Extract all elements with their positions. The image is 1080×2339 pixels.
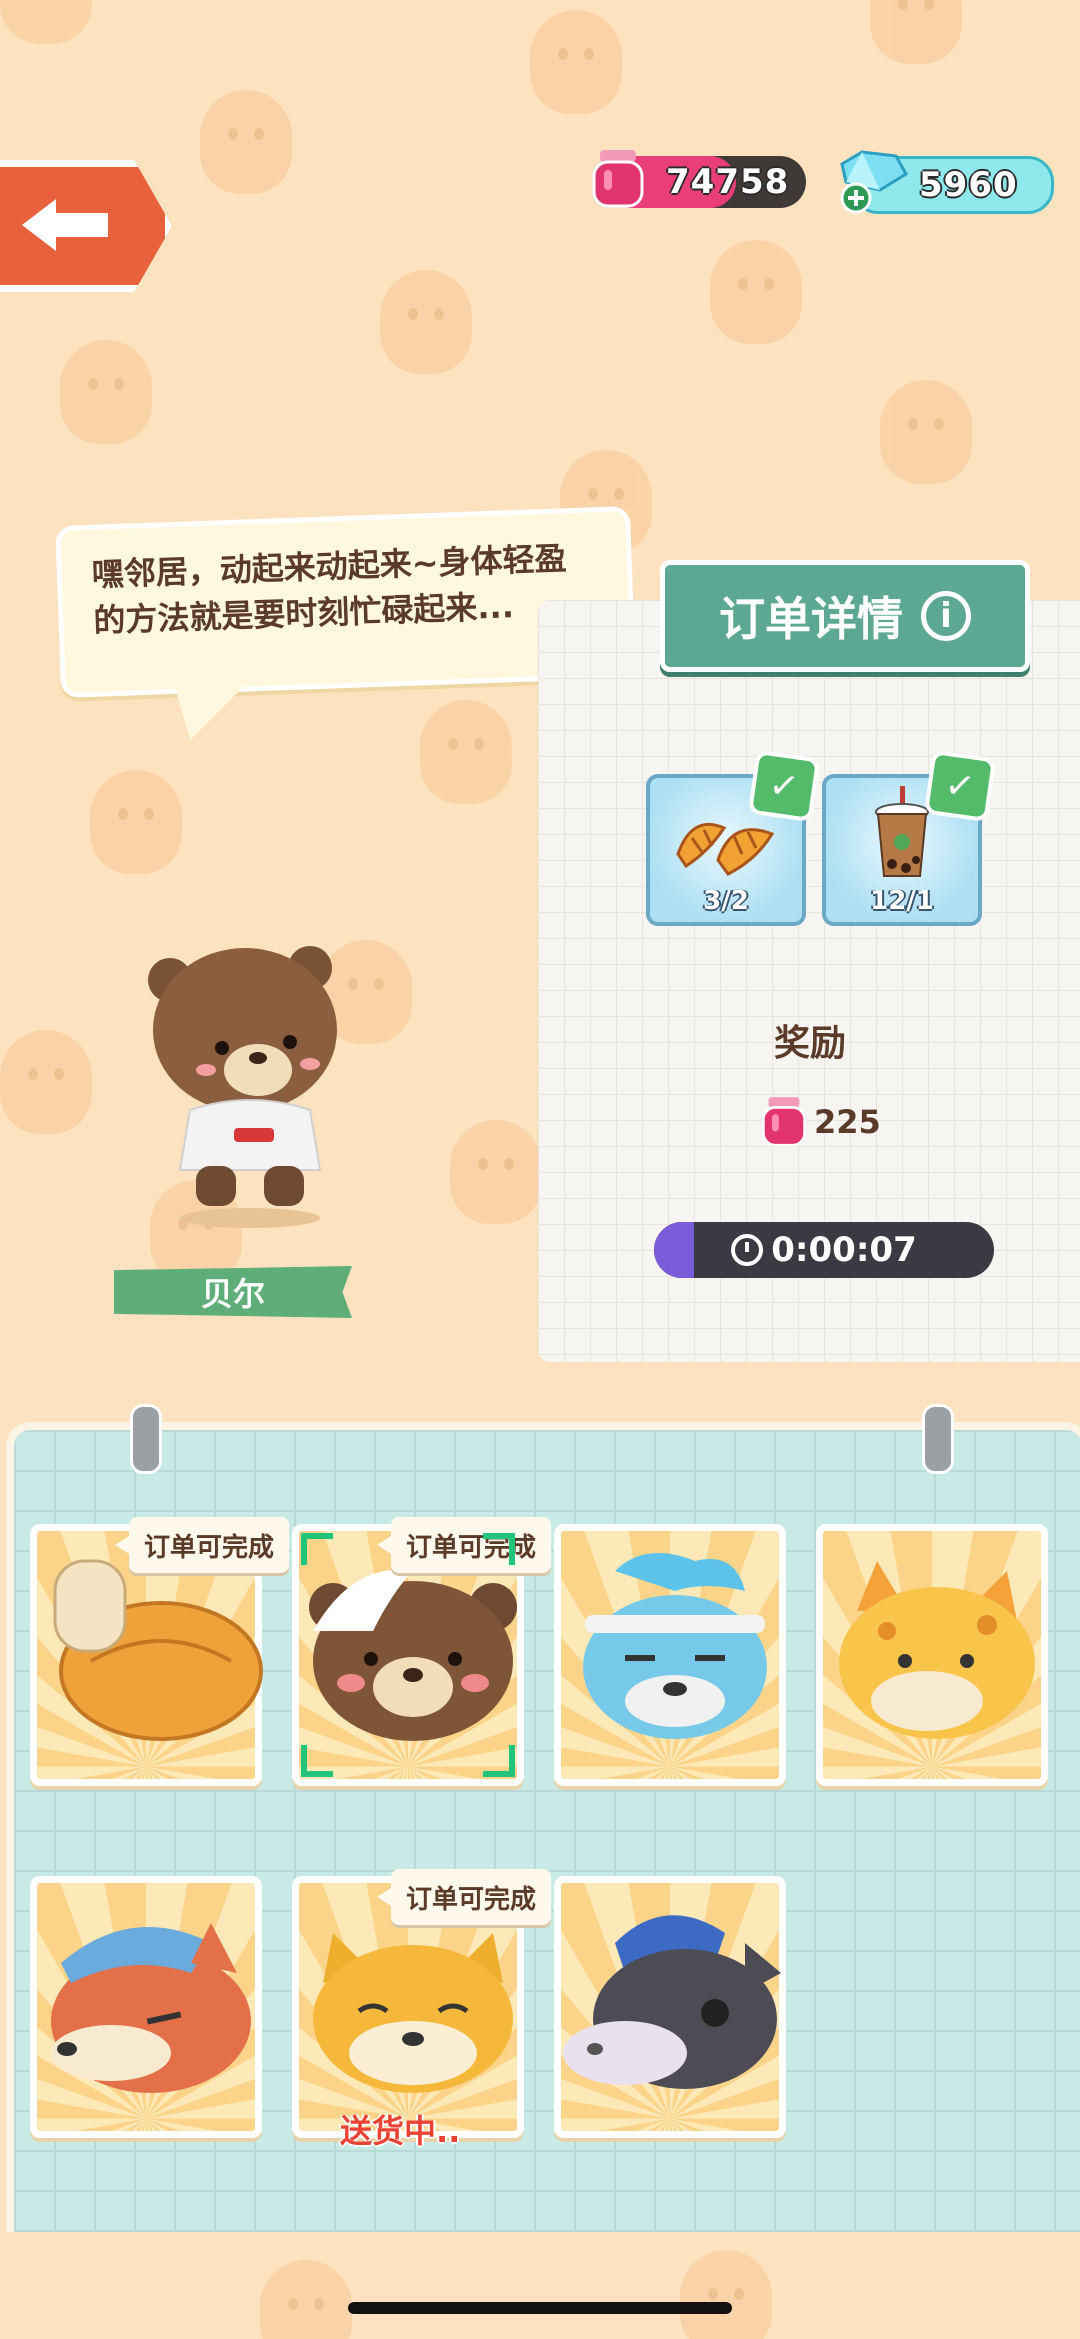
timer-value: 0:00:07 [771, 1230, 917, 1270]
selection-corner [301, 1533, 333, 1565]
jam-amount: 74758 [666, 162, 790, 202]
bear-face-icon [309, 1569, 517, 1741]
gem-plus-icon[interactable] [832, 150, 910, 214]
order-ready-badge: 订单可完成 [377, 1517, 551, 1573]
jam-jar-icon [592, 150, 644, 208]
order-item-croissant[interactable]: 3/2 ✓ [646, 749, 821, 926]
binder-ring [130, 1404, 162, 1474]
order-title: 订单详情 [719, 592, 903, 646]
order-title-banner: 订单详情 i [660, 560, 1030, 672]
reward-label: 奖励 [773, 1023, 846, 1064]
arrow-left-icon [22, 199, 108, 251]
gem-amount: 5960 [919, 165, 1018, 205]
reward-value: 225 [814, 1103, 881, 1141]
home-indicator[interactable] [348, 2302, 732, 2314]
delivering-status: 送货中.. [340, 2112, 461, 2150]
binder-ring [922, 1404, 954, 1474]
order-ready-badge: 订单可完成 [377, 1869, 551, 1925]
speech-bubble-tail [170, 670, 260, 740]
blue-wolf-icon [583, 1553, 767, 1739]
customer-card-donkey[interactable] [554, 1876, 786, 2138]
giraffe-cat-icon [839, 1561, 1035, 1739]
info-icon[interactable]: i [921, 591, 971, 641]
check-icon: ✓ [747, 749, 821, 823]
clock-icon [731, 1234, 764, 1266]
reward-row: 225 [760, 1090, 881, 1154]
order-ready-badge: 订单可完成 [115, 1517, 289, 1573]
character-nameplate: 贝尔 [114, 1266, 352, 1318]
shiba-icon [313, 1933, 513, 2093]
customer-card-giraffe-cat[interactable] [816, 1524, 1048, 1786]
order-timer: 0:00:07 [654, 1222, 994, 1278]
customer-card-bread-roll[interactable]: 订单可完成 [30, 1517, 289, 1786]
timer-progress [654, 1222, 694, 1278]
bubble-tea-icon [875, 786, 929, 877]
selection-corner [483, 1745, 515, 1777]
croissant-icon [676, 822, 775, 876]
fox-cap-icon [51, 1923, 251, 2093]
item-count: 12/1 [870, 886, 934, 916]
donkey-icon [563, 1915, 781, 2089]
character-name: 贝尔 [200, 1275, 265, 1313]
bread-roll-icon [53, 1559, 263, 1741]
order-item-bubble-tea[interactable]: 12/1 ✓ [822, 749, 997, 926]
customer-card-fox-cap[interactable] [30, 1876, 262, 2138]
item-count: 3/2 [703, 886, 749, 916]
customer-card-blue-wolf[interactable] [554, 1524, 786, 1786]
selection-corner [483, 1533, 515, 1565]
customer-card-shiba[interactable]: 订单可完成 [292, 1869, 551, 2138]
selection-corner [301, 1745, 333, 1777]
jam-jar-icon [762, 1097, 806, 1147]
bear-character[interactable] [140, 940, 360, 1230]
customer-card-bear[interactable]: 订单可完成 [292, 1517, 551, 1786]
check-icon: ✓ [923, 749, 997, 823]
speech-text: 嘿邻居，动起来动起来~身体轻盈的方法就是要时刻忙碌起来... [91, 539, 568, 640]
